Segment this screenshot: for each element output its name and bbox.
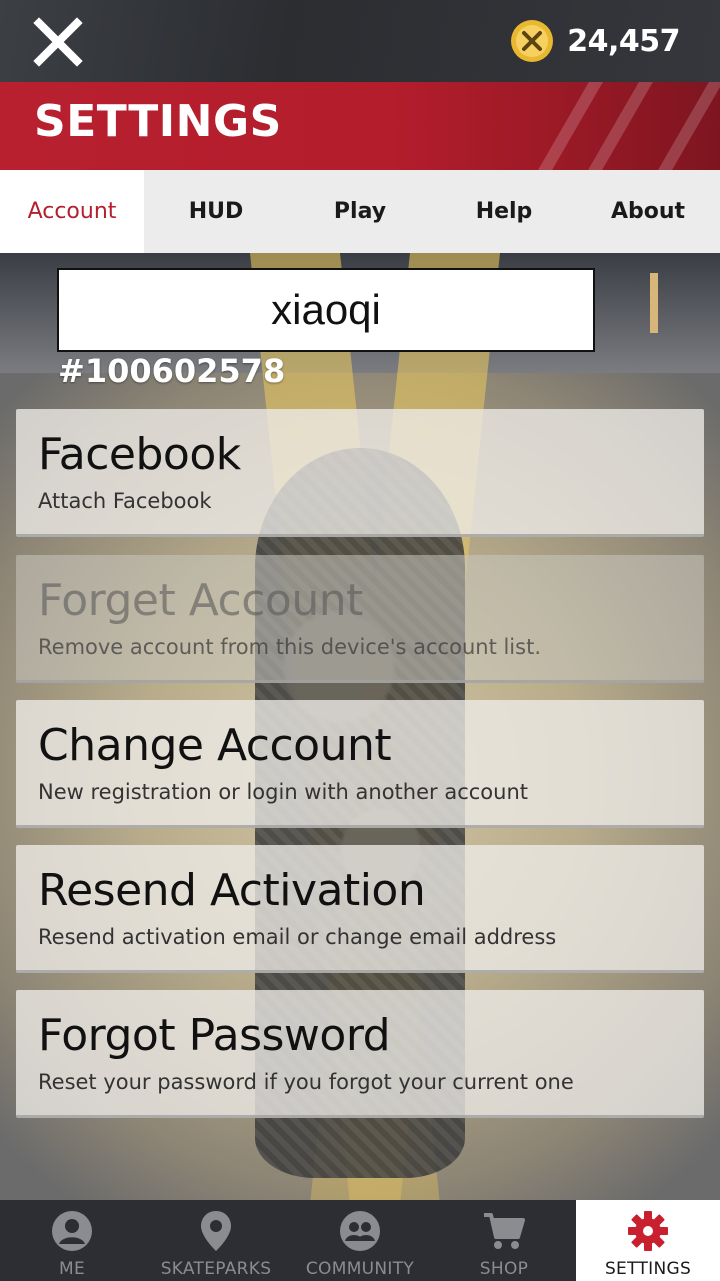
option-title: Forgot Password	[38, 1010, 391, 1061]
forgot-password-option[interactable]: Forgot Password Reset your password if y…	[16, 990, 704, 1118]
top-bar: 24,457	[0, 0, 720, 82]
change-account-option[interactable]: Change Account New registration or login…	[16, 700, 704, 828]
user-id: #100602578	[58, 352, 286, 390]
resend-activation-option[interactable]: Resend Activation Resend activation emai…	[16, 845, 704, 973]
bottom-navigation: ME SKATEPARKS COMMUNITY SHOP SETTINGS	[0, 1200, 720, 1281]
nav-label: SHOP	[479, 1259, 529, 1279]
tab-about[interactable]: About	[576, 170, 720, 253]
cart-icon	[484, 1213, 525, 1249]
page-title: SETTINGS	[34, 96, 282, 147]
gear-icon	[628, 1211, 668, 1251]
nav-item-community[interactable]: COMMUNITY	[288, 1200, 432, 1281]
tab-play[interactable]: Play	[288, 170, 432, 253]
tab-account[interactable]: Account	[0, 170, 144, 253]
nav-label: ME	[58, 1259, 85, 1279]
close-icon	[33, 17, 83, 67]
ramp-rail	[650, 273, 658, 333]
coin-icon	[511, 20, 554, 62]
map-pin-icon	[201, 1211, 231, 1251]
coin-amount: 24,457	[567, 23, 680, 59]
community-icon	[340, 1211, 380, 1251]
username-display: xiaoqi	[57, 268, 595, 352]
option-description: New registration or login with another a…	[38, 780, 528, 804]
tab-help[interactable]: Help	[432, 170, 576, 253]
option-description: Resend activation email or change email …	[38, 925, 557, 949]
nav-label: COMMUNITY	[305, 1259, 415, 1279]
option-title: Forget Account	[38, 575, 363, 626]
option-title: Resend Activation	[38, 865, 426, 916]
option-title: Change Account	[38, 720, 392, 771]
option-description: Remove account from this device's accoun…	[38, 635, 541, 659]
user-icon	[52, 1211, 92, 1251]
nav-item-skateparks[interactable]: SKATEPARKS	[144, 1200, 288, 1281]
header-streak	[639, 82, 720, 170]
settings-header: SETTINGS	[0, 82, 720, 170]
nav-item-settings[interactable]: SETTINGS	[576, 1200, 720, 1281]
coin-balance: 24,457	[509, 16, 680, 66]
option-description: Attach Facebook	[38, 489, 212, 513]
nav-label: SETTINGS	[604, 1259, 692, 1279]
nav-label: SKATEPARKS	[160, 1259, 272, 1279]
option-description: Reset your password if you forgot your c…	[38, 1070, 574, 1094]
nav-item-me[interactable]: ME	[0, 1200, 144, 1281]
option-title: Facebook	[38, 429, 241, 480]
nav-item-shop[interactable]: SHOP	[432, 1200, 576, 1281]
forget-account-option[interactable]: Forget Account Remove account from this …	[16, 555, 704, 683]
close-button[interactable]	[28, 12, 88, 72]
tab-hud[interactable]: HUD	[144, 170, 288, 253]
facebook-option[interactable]: Facebook Attach Facebook	[16, 409, 704, 537]
settings-tabs: Account HUD Play Help About	[0, 170, 720, 253]
